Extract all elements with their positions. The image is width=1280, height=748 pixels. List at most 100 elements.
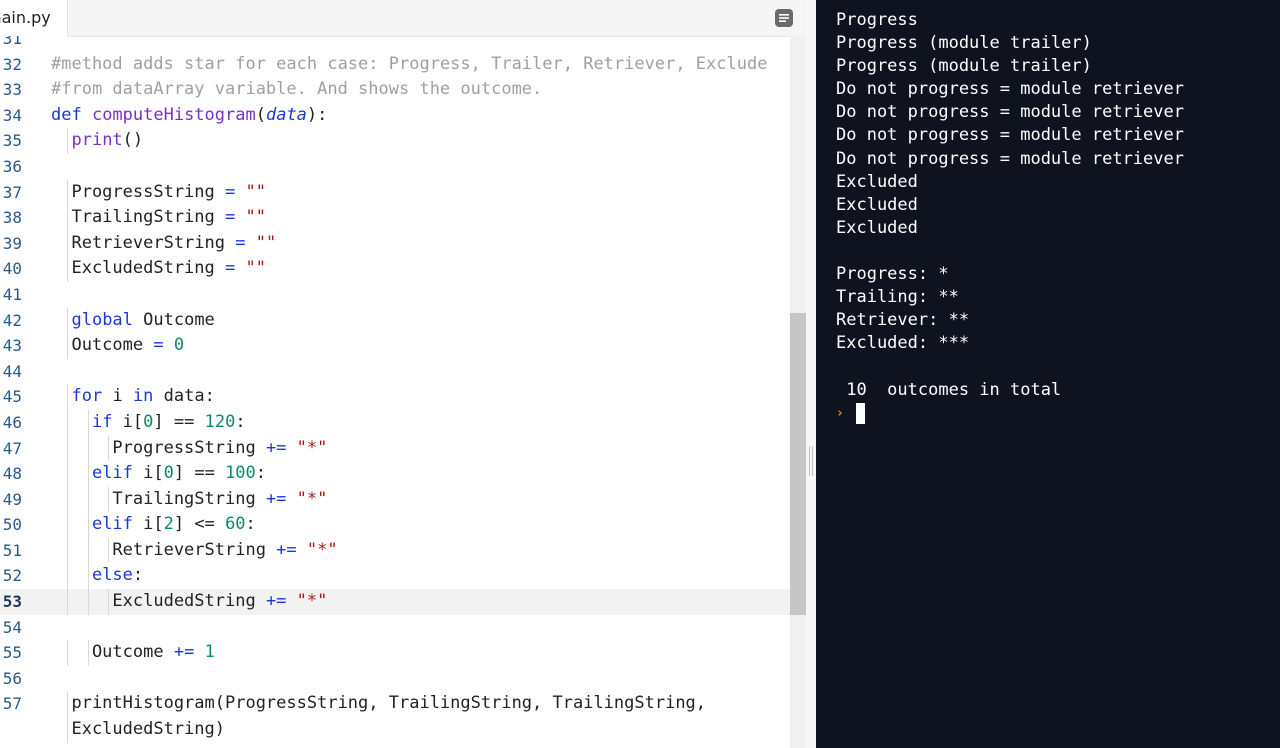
code-line[interactable]: 55 Outcome += 1 xyxy=(0,640,790,666)
code-line[interactable]: 37 ProgressString = "" xyxy=(0,179,790,206)
console-line: Excluded: *** xyxy=(836,333,970,354)
code-token: += xyxy=(173,642,195,663)
code-line[interactable]: 31 xyxy=(0,36,790,52)
code-token: i[ xyxy=(112,411,144,432)
line-number: 51 xyxy=(2,540,22,560)
code-line[interactable]: 34 def computeHistogram(data): xyxy=(0,103,790,129)
line-number: 31 xyxy=(2,36,22,48)
code-token: RetrieverString xyxy=(51,539,277,560)
code-token: RetrieverString xyxy=(51,232,236,253)
code-token: "*" xyxy=(306,539,338,560)
code-token: = xyxy=(235,232,246,253)
code-token: in xyxy=(132,386,154,407)
code-text: Outcome += 1 xyxy=(51,640,215,666)
line-number: 36 xyxy=(2,156,22,176)
code-token: += xyxy=(276,539,297,560)
line-number: 49 xyxy=(2,489,22,509)
code-line[interactable]: 41 xyxy=(0,282,790,308)
code-line[interactable]: 38 TrailingString = "" xyxy=(0,205,790,231)
code-token: ProgressString xyxy=(51,181,225,202)
code-line[interactable]: 39 RetrieverString = "" xyxy=(0,230,790,257)
line-number: 39 xyxy=(2,233,22,253)
code-line[interactable]: 36 xyxy=(0,154,790,180)
code-line[interactable]: 42 global Outcome xyxy=(0,307,790,334)
code-token: TrailingString xyxy=(51,488,266,509)
code-token: elif xyxy=(91,463,133,484)
code-line[interactable]: 40 ExcludedString = "" xyxy=(0,256,790,282)
editor-menu-icon[interactable] xyxy=(774,8,794,28)
text-cursor xyxy=(856,402,865,424)
line-number: 43 xyxy=(2,336,22,356)
code-editor[interactable]: main.py 31 32 #method adds star for each c… xyxy=(0,0,816,748)
code-token: ExcludedString xyxy=(51,258,225,279)
resize-grip-icon xyxy=(809,446,813,476)
code-text: elif i[2] <= 60: xyxy=(51,512,256,538)
console-prompt-line[interactable]: › xyxy=(836,402,1184,425)
code-line[interactable]: 46 if i[0] == 120: xyxy=(0,409,790,436)
code-token: printHistogram(ProgressString, TrailingS… xyxy=(51,693,707,714)
code-line[interactable]: 33 #from dataArray variable. And shows th… xyxy=(0,77,790,103)
console-line: Retriever: ** xyxy=(836,310,970,331)
code-token: += xyxy=(265,591,287,612)
code-text: RetrieverString = "" xyxy=(51,231,276,257)
console-line: Do not progress = module retriever xyxy=(836,148,1184,169)
line-number: 37 xyxy=(2,182,22,202)
code-text: def computeHistogram(data): xyxy=(51,103,327,129)
code-line[interactable]: 45 for i in data: xyxy=(0,384,790,410)
code-token: 2 xyxy=(163,514,174,535)
code-text: ExcludedString) xyxy=(51,717,225,743)
code-line[interactable]: 53 ExcludedString += "*" xyxy=(0,589,790,615)
code-line[interactable]: 54 xyxy=(0,615,790,641)
code-token: for xyxy=(71,386,103,407)
pane-resize-handle[interactable] xyxy=(806,0,816,748)
editor-scrollbar[interactable] xyxy=(790,36,806,748)
code-text: else: xyxy=(51,563,143,589)
code-line[interactable]: 51 RetrieverString += "*" xyxy=(0,537,790,564)
code-line[interactable]: 48 elif i[0] == 100: xyxy=(0,461,790,487)
editor-scrollbar-thumb[interactable] xyxy=(790,313,806,615)
code-text: ProgressString += "*" xyxy=(51,436,327,462)
code-token: 0 xyxy=(143,411,154,432)
code-text: ExcludedString += "*" xyxy=(51,589,327,615)
code-token: 60 xyxy=(225,514,246,535)
code-line[interactable]: 35 print() xyxy=(0,128,790,154)
code-line[interactable]: 32 #method adds star for each case: Progr… xyxy=(0,52,790,78)
code-token: = xyxy=(225,258,236,279)
code-line[interactable]: 57 printHistogram(ProgressString, Traili… xyxy=(0,691,790,718)
code-token: ] == xyxy=(173,463,226,484)
code-line[interactable]: 52 else: xyxy=(0,563,790,590)
line-number: 44 xyxy=(2,361,22,381)
code-text: elif i[0] == 100: xyxy=(51,461,266,487)
code-line[interactable]: 56 xyxy=(0,666,790,692)
code-line[interactable]: 44 xyxy=(0,359,790,385)
console-line: Do not progress = module retriever xyxy=(836,125,1184,146)
code-token: computeHistogram xyxy=(91,104,256,125)
file-tab-main-py[interactable]: main.py xyxy=(0,0,68,37)
line-number: 34 xyxy=(2,105,22,125)
line-number: 52 xyxy=(2,566,22,586)
code-line[interactable]: ExcludedString) xyxy=(0,717,790,743)
code-line[interactable]: 50 elif i[2] <= 60: xyxy=(0,512,790,538)
code-token: "*" xyxy=(296,591,328,612)
console-pane[interactable]: Progress Progress (module trailer) Progres… xyxy=(816,0,1280,748)
code-area[interactable]: 31 32 #method adds star for each case: Pro… xyxy=(0,36,790,748)
code-token: Outcome xyxy=(51,642,174,663)
line-number: 57 xyxy=(2,694,22,714)
code-line[interactable]: 43 Outcome = 0 xyxy=(0,333,790,359)
code-token: ProgressString xyxy=(51,437,266,458)
code-line[interactable]: 49 TrailingString += "*" xyxy=(0,486,790,513)
code-token: "" xyxy=(245,181,266,202)
line-number: 54 xyxy=(2,617,22,637)
code-text: printHistogram(ProgressString, TrailingS… xyxy=(51,691,706,717)
code-token: += xyxy=(265,488,287,509)
code-token: = xyxy=(225,207,236,228)
code-lines: 31 32 #method adds star for each case: Pro… xyxy=(0,36,790,743)
console-line: Progress xyxy=(836,10,918,30)
code-line[interactable]: 47 ProgressString += "*" xyxy=(0,435,790,462)
